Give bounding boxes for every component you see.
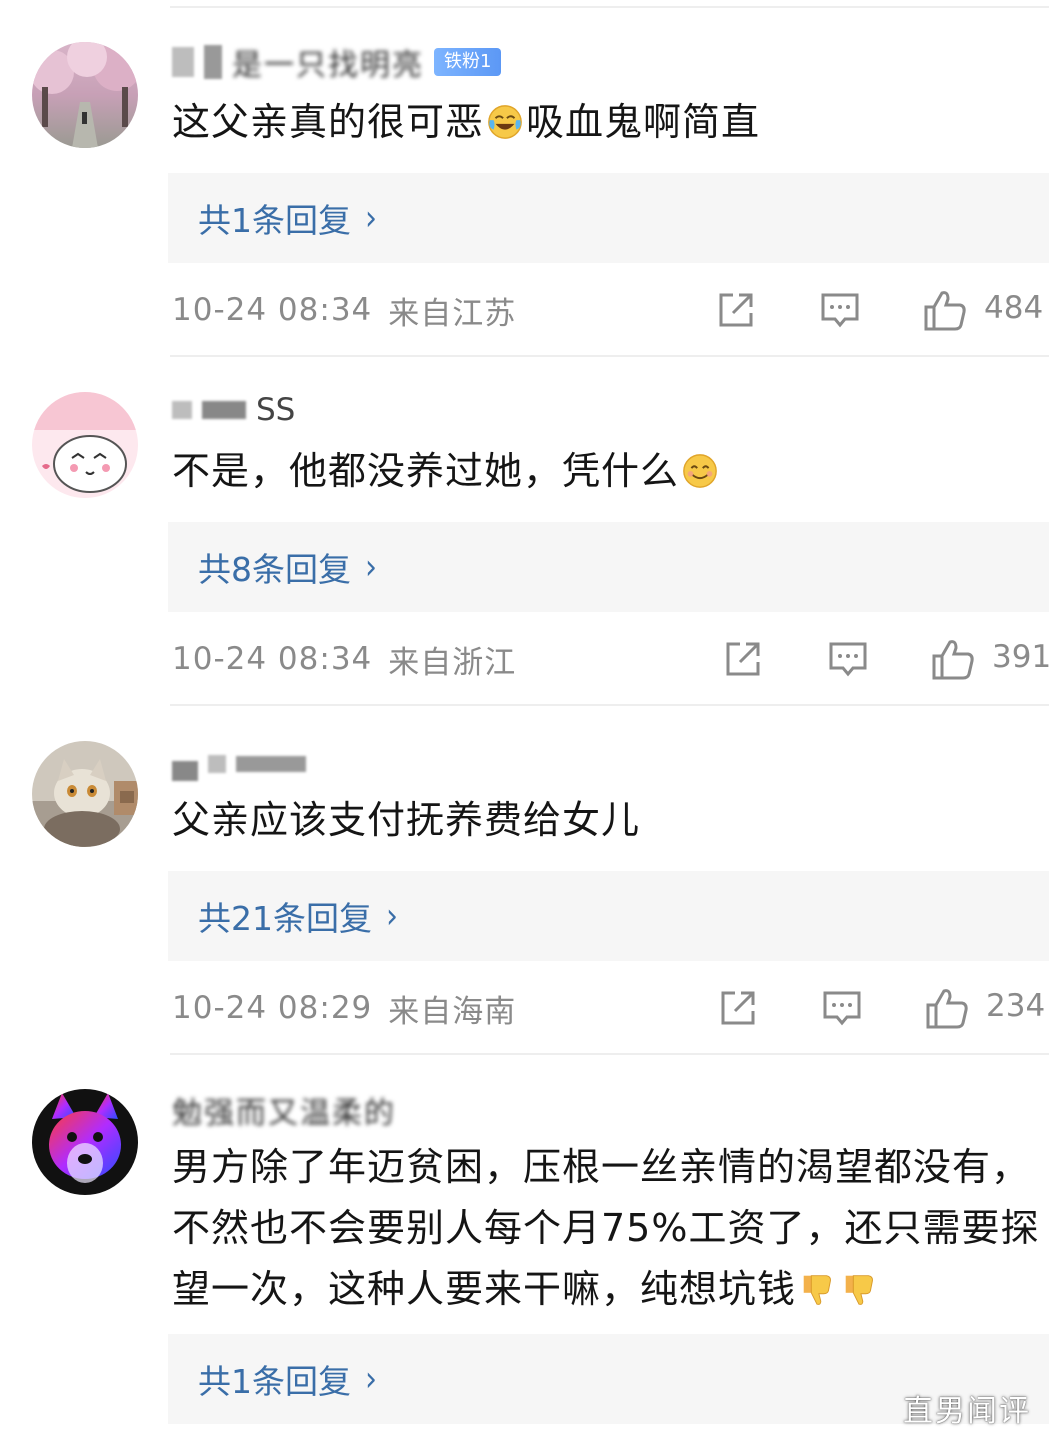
like-icon[interactable] xyxy=(930,636,976,682)
comment-text: 这父亲真的很可恶 吸血鬼啊简直 xyxy=(172,92,1042,153)
share-icon[interactable] xyxy=(715,289,757,331)
share-icon[interactable] xyxy=(717,987,759,1029)
username-text: 勉强而又温柔的 xyxy=(172,1096,396,1131)
avatar[interactable] xyxy=(32,1089,138,1195)
view-replies-link[interactable]: 共1条回复 › xyxy=(198,194,377,242)
comment-text: 不是，他都没养过她，凭什么 xyxy=(172,441,1042,502)
thumbs-down-emoji xyxy=(845,1275,873,1305)
reply-count-label: 共21条回复 xyxy=(198,899,372,938)
comment-text: 父亲应该支付抚养费给女儿 xyxy=(172,790,1042,851)
avatar[interactable] xyxy=(32,392,138,498)
comment-text-part: 这父亲真的很可恶 xyxy=(172,100,485,144)
watermark: 直男闻评 xyxy=(903,1394,1031,1429)
reply-count-label: 共1条回复 xyxy=(198,201,351,240)
comment-icon[interactable] xyxy=(821,987,863,1029)
comment-meta: 10-24 08:34 来自江苏 xyxy=(172,286,516,334)
comment-divider xyxy=(170,704,1049,706)
avatar[interactable] xyxy=(32,42,138,148)
blurred-name xyxy=(172,47,194,77)
avatar-image xyxy=(32,42,138,148)
location: 来自江苏 xyxy=(388,295,517,332)
view-replies-link[interactable]: 共8条回复 › xyxy=(198,543,377,591)
avatar-image xyxy=(32,741,138,847)
username-text: 是一只找明亮 xyxy=(232,48,424,83)
username[interactable]: SS xyxy=(172,390,295,430)
share-icon[interactable] xyxy=(722,638,764,680)
comment-text-part: 吸血鬼啊简直 xyxy=(526,100,761,144)
crying-laughing-emoji xyxy=(488,105,522,139)
comment-text-part: 不是，他都没养过她，凭什么 xyxy=(172,449,680,493)
like-count: 234 xyxy=(986,988,1046,1024)
comment-icon[interactable] xyxy=(827,638,869,680)
reply-count-label: 共1条回复 xyxy=(198,1362,351,1401)
view-replies-link[interactable]: 共21条回复 › xyxy=(198,892,398,940)
comment-text: 男方除了年迈贫困，压根一丝亲情的渴望都没有，不然也不会要别人每个月75%工资了，… xyxy=(172,1137,1042,1320)
comment-divider xyxy=(170,1053,1049,1055)
chevron-right-icon: › xyxy=(386,895,398,937)
chevron-right-icon: › xyxy=(365,1358,377,1400)
reply-box[interactable]: 共8条回复 › xyxy=(168,522,1049,612)
blurred-name xyxy=(172,761,198,781)
blurred-name xyxy=(204,45,222,79)
timestamp: 10-24 08:29 xyxy=(172,990,373,1026)
blurred-name xyxy=(172,401,192,419)
username-text: SS xyxy=(256,392,296,428)
timestamp: 10-24 08:34 xyxy=(172,641,373,677)
chevron-right-icon: › xyxy=(365,546,377,588)
avatar[interactable] xyxy=(32,741,138,847)
reply-box[interactable]: 共1条回复 › xyxy=(168,173,1049,263)
like-count: 391 xyxy=(992,639,1049,675)
username[interactable] xyxy=(172,744,316,784)
fan-badge: 铁粉1 xyxy=(434,48,502,76)
username[interactable]: 是一只找明亮 铁粉1 xyxy=(172,42,502,83)
comment-divider xyxy=(170,355,1049,357)
like-icon[interactable] xyxy=(922,287,968,333)
location: 来自海南 xyxy=(388,993,517,1030)
blurred-name xyxy=(208,755,226,773)
smile-emoji xyxy=(683,454,717,488)
avatar-image xyxy=(32,1089,138,1195)
comment-text-part: 男方除了年迈贫困，压根一丝亲情的渴望都没有，不然也不会要别人每个月75%工资了，… xyxy=(172,1145,1040,1311)
location: 来自浙江 xyxy=(388,644,517,681)
reply-box[interactable]: 共21条回复 › xyxy=(168,871,1049,961)
timestamp: 10-24 08:34 xyxy=(172,292,373,328)
avatar-image xyxy=(32,392,138,498)
like-count: 484 xyxy=(984,290,1044,326)
thumbs-down-emoji xyxy=(803,1275,831,1305)
comment-icon[interactable] xyxy=(819,289,861,331)
comment-meta: 10-24 08:29 来自海南 xyxy=(172,984,516,1032)
comment-meta: 10-24 08:34 来自浙江 xyxy=(172,635,516,683)
reply-count-label: 共8条回复 xyxy=(198,550,351,589)
comment-text-part: 父亲应该支付抚养费给女儿 xyxy=(172,798,641,842)
top-divider xyxy=(170,6,1049,8)
like-icon[interactable] xyxy=(924,985,970,1031)
view-replies-link[interactable]: 共1条回复 › xyxy=(198,1355,377,1403)
username[interactable]: 勉强而又温柔的 xyxy=(172,1090,396,1131)
chevron-right-icon: › xyxy=(365,197,377,239)
blurred-name xyxy=(202,401,246,419)
blurred-name xyxy=(236,756,306,772)
